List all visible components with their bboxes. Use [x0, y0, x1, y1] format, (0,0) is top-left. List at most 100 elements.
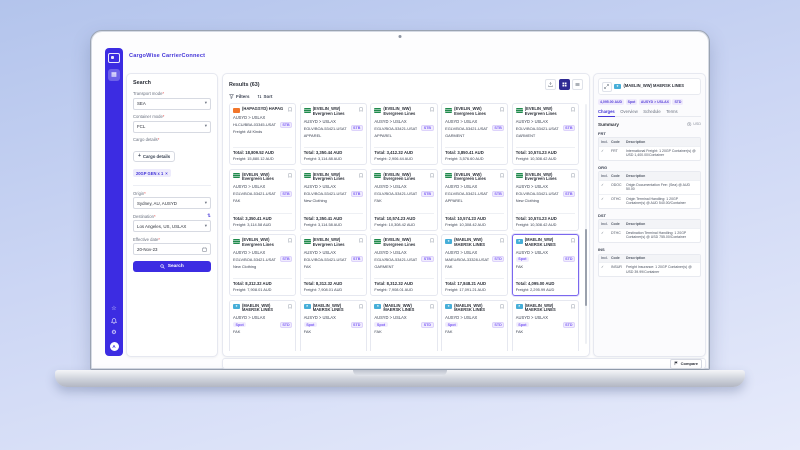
bookmark-icon[interactable]: [500, 238, 504, 243]
rate-card[interactable]: *(MAELIN_WW) MAERSK LINESAUSYD > USLAXSp…: [370, 300, 437, 352]
rate-card-header: *(MAELIN_WW) MAERSK LINES: [516, 304, 575, 313]
close-icon[interactable]: ×: [165, 171, 167, 176]
rate-type-badge: STB: [351, 125, 363, 131]
gear-icon[interactable]: ⚙: [111, 330, 116, 336]
filters-button[interactable]: Filters: [229, 94, 250, 99]
export-button[interactable]: [545, 79, 556, 90]
tab-schedule[interactable]: Schedule: [643, 109, 660, 116]
avatar[interactable]: A: [110, 342, 119, 351]
rate-card[interactable]: (EVELIN_WW) Evergreen LinesAUSYD > USLAX…: [229, 234, 296, 296]
star-icon[interactable]: ☆: [111, 306, 116, 312]
rate-card[interactable]: *(MAELIN_WW) MAERSK LINESAUSYD > USLAXSp…: [300, 300, 367, 352]
bell-icon[interactable]: [111, 318, 117, 324]
bookmark-icon[interactable]: [430, 238, 434, 243]
rate-meta-row: SpotSTD: [233, 322, 292, 328]
rate-type-badge: STB: [351, 191, 363, 197]
expand-icon[interactable]: [602, 82, 612, 92]
bookmark-icon[interactable]: [430, 304, 434, 309]
column-header: Code: [611, 174, 626, 179]
rate-code: EGLV/BOA-53421-USAT: [445, 191, 488, 196]
rate-meta-row: SpotSTD: [374, 322, 433, 328]
commodity-text: New Clothing: [516, 198, 575, 203]
sort-button[interactable]: Sort: [257, 94, 273, 99]
swap-icon[interactable]: ⇅: [207, 214, 211, 219]
bookmark-icon[interactable]: [359, 238, 363, 243]
bookmark-icon[interactable]: [288, 304, 292, 309]
results-scrollbar[interactable]: [585, 104, 588, 344]
bookmark-icon[interactable]: [571, 107, 575, 112]
carrier-name: (EVELIN_WW) Evergreen Lines: [525, 173, 569, 182]
list-view-button[interactable]: [572, 79, 583, 90]
rate-card-header: (EVELIN_WW) Evergreen Lines: [233, 173, 292, 182]
bookmark-icon[interactable]: [288, 107, 292, 112]
bookmark-icon[interactable]: [430, 173, 434, 178]
filters-label: Filters: [236, 94, 250, 99]
bookmark-icon[interactable]: [430, 107, 434, 112]
bookmark-icon[interactable]: [359, 107, 363, 112]
cargo-details-button[interactable]: + Cargo details: [133, 151, 175, 162]
tab-charges[interactable]: Charges: [598, 109, 615, 117]
bookmark-icon[interactable]: [571, 304, 575, 309]
rate-type-badge: STD: [563, 322, 575, 328]
rate-card[interactable]: (EVELIN_WW) Evergreen LinesAUSYD > USLAX…: [300, 234, 367, 296]
rate-card[interactable]: (EVELIN_WW) Evergreen LinesAUSYD > USLAX…: [300, 169, 367, 231]
grid-view-button[interactable]: [559, 79, 570, 90]
origin-field: Origin Sydney, AU, AUSYD ▾: [133, 191, 211, 210]
rate-card-header: *(MAELIN_WW) MAERSK LINES: [233, 304, 292, 313]
commodity-text: FAK: [304, 329, 363, 334]
effective-date-input[interactable]: 20-Nov-23: [133, 243, 211, 255]
bookmark-icon[interactable]: [571, 173, 575, 178]
rate-card[interactable]: (EVELIN_WW) Evergreen LinesAUSYD > USLAX…: [441, 103, 508, 165]
bookmark-icon[interactable]: [288, 173, 292, 178]
rate-card[interactable]: (EVELIN_WW) Evergreen LinesAUSYD > USLAX…: [441, 169, 508, 231]
bookmark-icon[interactable]: [359, 304, 363, 309]
rate-card[interactable]: (EVELIN_WW) Evergreen LinesAUSYD > USLAX…: [229, 169, 296, 231]
bookmark-icon[interactable]: [571, 238, 575, 243]
commodity-text: APPAREL: [374, 133, 433, 138]
rate-card[interactable]: (EVELIN_WW) Evergreen LinesAUSYD > USLAX…: [512, 103, 579, 165]
container-mode-select[interactable]: FCL ▾: [133, 121, 211, 133]
compare-button[interactable]: Compare: [670, 359, 702, 369]
charge-description: Destination Terminal Handling: 1 20GP Co…: [626, 231, 698, 240]
origin-select[interactable]: Sydney, AU, AUSYD ▾: [133, 197, 211, 209]
sidebar-item-rates[interactable]: ▦: [108, 69, 120, 81]
commodity-text: New Clothing: [304, 198, 363, 203]
transport-mode-select[interactable]: SEA ▾: [133, 98, 211, 110]
cargo-chip[interactable]: 20GP GEN x 1 ×: [133, 169, 171, 177]
column-header: Description: [626, 222, 698, 227]
rate-card[interactable]: (EVELIN_WW) Evergreen LinesAUSYD > USLAX…: [300, 103, 367, 165]
divider: [445, 213, 504, 214]
charge-group-label: DST: [598, 213, 701, 218]
rate-card[interactable]: *(MAELIN_WW) MAERSK LINESAUSYD > USLAXSp…: [512, 300, 579, 352]
charge-group-label: INS: [598, 247, 701, 252]
bookmark-icon[interactable]: [500, 107, 504, 112]
scrollbar-thumb[interactable]: [585, 229, 588, 306]
charge-section: ORGIncl.CodeDescription✓ODOCOrigin Docum…: [598, 165, 701, 209]
bookmark-icon[interactable]: [500, 304, 504, 309]
origin-label: Origin: [133, 191, 146, 196]
spot-chip: Spot: [374, 322, 387, 327]
rate-card[interactable]: *(MAELIN_WW) MAERSK LINESAUSYD > USLAXSp…: [229, 300, 296, 352]
destination-select[interactable]: Los Angeles, US, USLAX ▾: [133, 220, 211, 232]
rate-card-header: (EVELIN_WW) Evergreen Lines: [374, 107, 433, 116]
divider: [374, 147, 433, 148]
rate-card[interactable]: (EVELIN_WW) Evergreen LinesAUSYD > USLAX…: [370, 103, 437, 165]
tab-overview[interactable]: Overview: [620, 109, 637, 116]
divider: [133, 185, 211, 186]
search-button[interactable]: Search: [133, 261, 211, 272]
rate-code: HLCU/BBA-03345-USAT: [233, 122, 276, 127]
bookmark-icon[interactable]: [288, 238, 292, 243]
column-header: Incl.: [601, 174, 611, 179]
rate-card[interactable]: (EVELIN_WW) Evergreen LinesAUSYD > USLAX…: [370, 234, 437, 296]
rate-card[interactable]: (EVELIN_WW) Evergreen LinesAUSYD > USLAX…: [370, 169, 437, 231]
rate-card[interactable]: *(MAELIN_WW) MAERSK LINESAUSYD > USLAXSp…: [512, 234, 579, 296]
tab-terms[interactable]: Terms: [666, 109, 677, 116]
bookmark-icon[interactable]: [359, 173, 363, 178]
bookmark-icon[interactable]: [500, 173, 504, 178]
rate-card[interactable]: *(MAELIN_WW) MAERSK LINESAUSYD > USLAXMA…: [441, 234, 508, 296]
rate-card[interactable]: *(MAELIN_WW) MAERSK LINESAUSYD > USLAXSp…: [441, 300, 508, 352]
rate-card[interactable]: (EVELIN_WW) Evergreen LinesAUSYD > USLAX…: [512, 169, 579, 231]
rate-card[interactable]: (HAPAGSYD) HAPAGAUSYD > USLAXHLCU/BBA-03…: [229, 103, 296, 165]
route-text: AUSYD > USLAX: [516, 250, 575, 255]
currency-toggle[interactable]: $ USD: [687, 122, 701, 127]
